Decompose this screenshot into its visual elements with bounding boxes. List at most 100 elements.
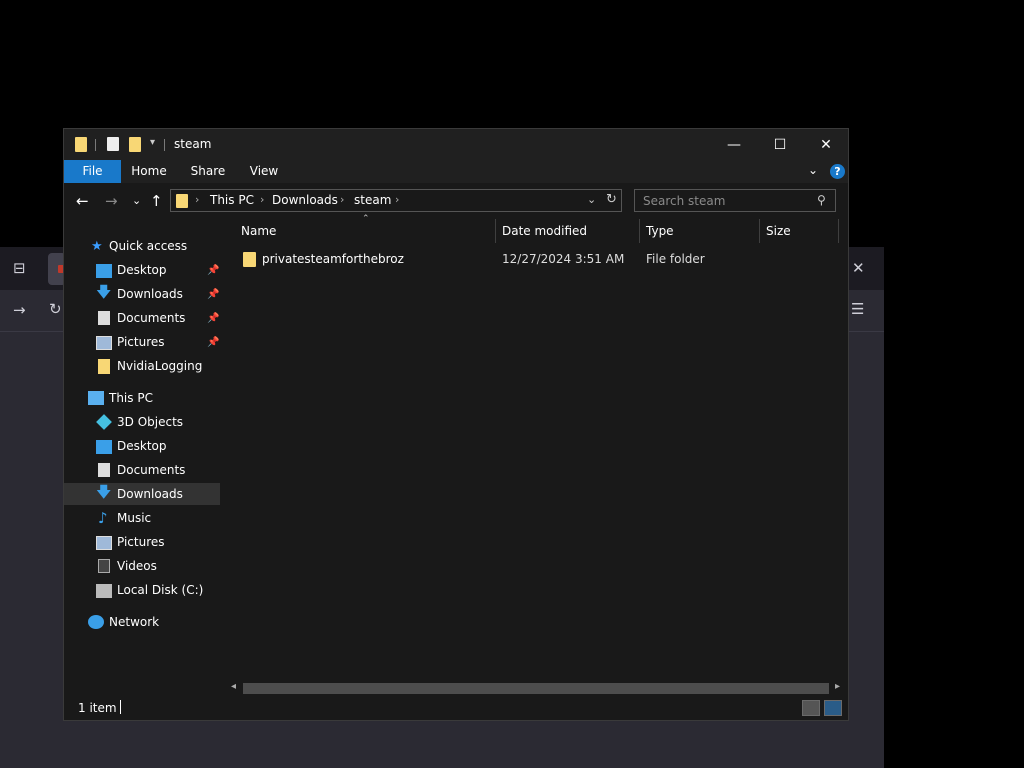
- pin-icon[interactable]: 📌: [207, 337, 219, 348]
- file-type: File folder: [646, 252, 705, 266]
- nav-videos[interactable]: Videos: [64, 555, 220, 577]
- nav-label: 3D Objects: [117, 415, 184, 429]
- document-icon: [98, 463, 110, 477]
- nav-label: Quick access: [109, 239, 188, 253]
- computer-icon: [88, 391, 104, 405]
- music-note-icon: ♪: [98, 509, 108, 527]
- folder-icon: [75, 137, 87, 152]
- nav-qa-downloads[interactable]: 🡇 Downloads 📌: [64, 283, 220, 305]
- toolbar-separator: [164, 139, 165, 151]
- nav-3d-objects[interactable]: 3D Objects: [64, 411, 220, 433]
- tab-share[interactable]: Share: [184, 160, 232, 183]
- address-box[interactable]: › This PC › Downloads › steam › ⌄ ↻: [170, 189, 622, 212]
- nav-documents[interactable]: Documents: [64, 459, 220, 481]
- column-divider[interactable]: [838, 219, 839, 243]
- browser-close-icon[interactable]: ✕: [852, 259, 865, 277]
- breadcrumb-steam[interactable]: steam: [354, 193, 391, 207]
- column-divider[interactable]: [495, 219, 496, 243]
- large-icons-view-icon[interactable]: [824, 700, 842, 716]
- up-arrow-icon[interactable]: ↑: [150, 192, 163, 210]
- nav-this-pc[interactable]: This PC: [64, 387, 220, 409]
- new-folder-icon[interactable]: [129, 137, 141, 152]
- column-header-date-modified[interactable]: Date modified: [502, 219, 587, 243]
- tab-file[interactable]: File: [64, 160, 121, 183]
- tab-overview-icon[interactable]: ⊟: [13, 259, 26, 277]
- pictures-icon: [96, 536, 112, 550]
- chevron-right-icon[interactable]: ›: [260, 193, 264, 206]
- file-explorer-window: ▾ steam — ☐ ✕ File Home Share View ⌄ ? ←…: [63, 128, 849, 721]
- table-row[interactable]: privatesteamforthebroz 12/27/2024 3:51 A…: [235, 249, 835, 271]
- pin-icon[interactable]: 📌: [207, 265, 219, 276]
- close-button[interactable]: ✕: [803, 129, 849, 160]
- folder-icon: [176, 194, 188, 208]
- folder-icon: [243, 252, 256, 267]
- sort-ascending-icon: ⌃: [362, 214, 370, 224]
- ribbon-tabs: File Home Share View ⌄ ?: [64, 160, 848, 183]
- download-icon: 🡇: [96, 482, 112, 501]
- nav-label: This PC: [109, 391, 153, 405]
- nav-qa-pictures[interactable]: Pictures 📌: [64, 331, 220, 353]
- nav-local-disk[interactable]: Local Disk (C:): [64, 579, 220, 601]
- pin-icon[interactable]: 📌: [207, 313, 219, 324]
- tab-home[interactable]: Home: [125, 160, 173, 183]
- nav-label: Pictures: [117, 535, 165, 549]
- nav-desktop[interactable]: Desktop: [64, 435, 220, 457]
- scroll-left-icon[interactable]: ◂: [231, 681, 236, 692]
- column-divider[interactable]: [639, 219, 640, 243]
- chevron-right-icon[interactable]: ›: [340, 193, 344, 206]
- column-header-size[interactable]: Size: [766, 219, 791, 243]
- nav-quick-access[interactable]: ★ Quick access: [64, 235, 220, 257]
- tab-view[interactable]: View: [240, 160, 288, 183]
- search-input[interactable]: [635, 190, 811, 211]
- chevron-right-icon[interactable]: ›: [195, 193, 199, 206]
- breadcrumb-this-pc[interactable]: This PC: [210, 193, 254, 207]
- browser-reload-icon[interactable]: ↻: [49, 300, 62, 318]
- chevron-right-icon[interactable]: ›: [395, 193, 399, 206]
- browser-menu-icon[interactable]: ☰: [851, 300, 864, 318]
- pin-icon[interactable]: 📌: [207, 289, 219, 300]
- back-arrow-icon[interactable]: ←: [76, 192, 89, 210]
- expand-ribbon-icon[interactable]: ⌄: [808, 163, 818, 177]
- pictures-icon: [96, 336, 112, 350]
- chevron-down-icon[interactable]: ⌄: [587, 193, 596, 206]
- file-list: ⌃ Name Date modified Type Size privatest…: [221, 214, 848, 696]
- search-box: ⚲: [634, 189, 836, 212]
- search-icon[interactable]: ⚲: [817, 193, 826, 207]
- file-date-modified: 12/27/2024 3:51 AM: [502, 252, 625, 266]
- desktop-icon: [96, 440, 112, 454]
- column-header-type[interactable]: Type: [646, 219, 674, 243]
- toolbar-separator: [95, 139, 96, 151]
- properties-icon[interactable]: [107, 137, 119, 151]
- details-view-icon[interactable]: [802, 700, 820, 716]
- browser-forward-icon[interactable]: →: [13, 301, 26, 319]
- column-divider[interactable]: [759, 219, 760, 243]
- forward-arrow-icon[interactable]: →: [105, 192, 118, 210]
- horizontal-scrollbar[interactable]: ◂ ▸: [227, 681, 847, 696]
- maximize-button[interactable]: ☐: [757, 129, 803, 160]
- drive-icon: [96, 584, 112, 598]
- star-icon: ★: [91, 238, 103, 254]
- cube-icon: [96, 414, 112, 430]
- nav-qa-nvidialogging[interactable]: NvidiaLogging: [64, 355, 220, 377]
- refresh-icon[interactable]: ↻: [606, 192, 617, 207]
- window-title: steam: [174, 137, 212, 151]
- file-name: privatesteamforthebroz: [262, 252, 404, 266]
- nav-qa-documents[interactable]: Documents 📌: [64, 307, 220, 329]
- customize-toolbar-icon[interactable]: ▾: [150, 137, 155, 148]
- recent-locations-icon[interactable]: ⌄: [132, 194, 141, 207]
- scroll-right-icon[interactable]: ▸: [835, 681, 840, 692]
- nav-label: Pictures: [117, 335, 165, 349]
- minimize-button[interactable]: —: [711, 129, 757, 160]
- nav-music[interactable]: ♪ Music: [64, 507, 220, 529]
- nav-label: Desktop: [117, 439, 167, 453]
- scrollbar-thumb[interactable]: [243, 683, 829, 694]
- column-header-name[interactable]: Name: [241, 219, 276, 243]
- help-button[interactable]: ?: [830, 164, 845, 179]
- breadcrumb-downloads[interactable]: Downloads: [272, 193, 338, 207]
- folder-icon: [98, 359, 110, 374]
- nav-qa-desktop[interactable]: Desktop 📌: [64, 259, 220, 281]
- nav-network[interactable]: Network: [64, 611, 220, 633]
- nav-downloads[interactable]: 🡇 Downloads: [64, 483, 220, 505]
- item-count: 1 item: [78, 701, 117, 715]
- nav-pictures[interactable]: Pictures: [64, 531, 220, 553]
